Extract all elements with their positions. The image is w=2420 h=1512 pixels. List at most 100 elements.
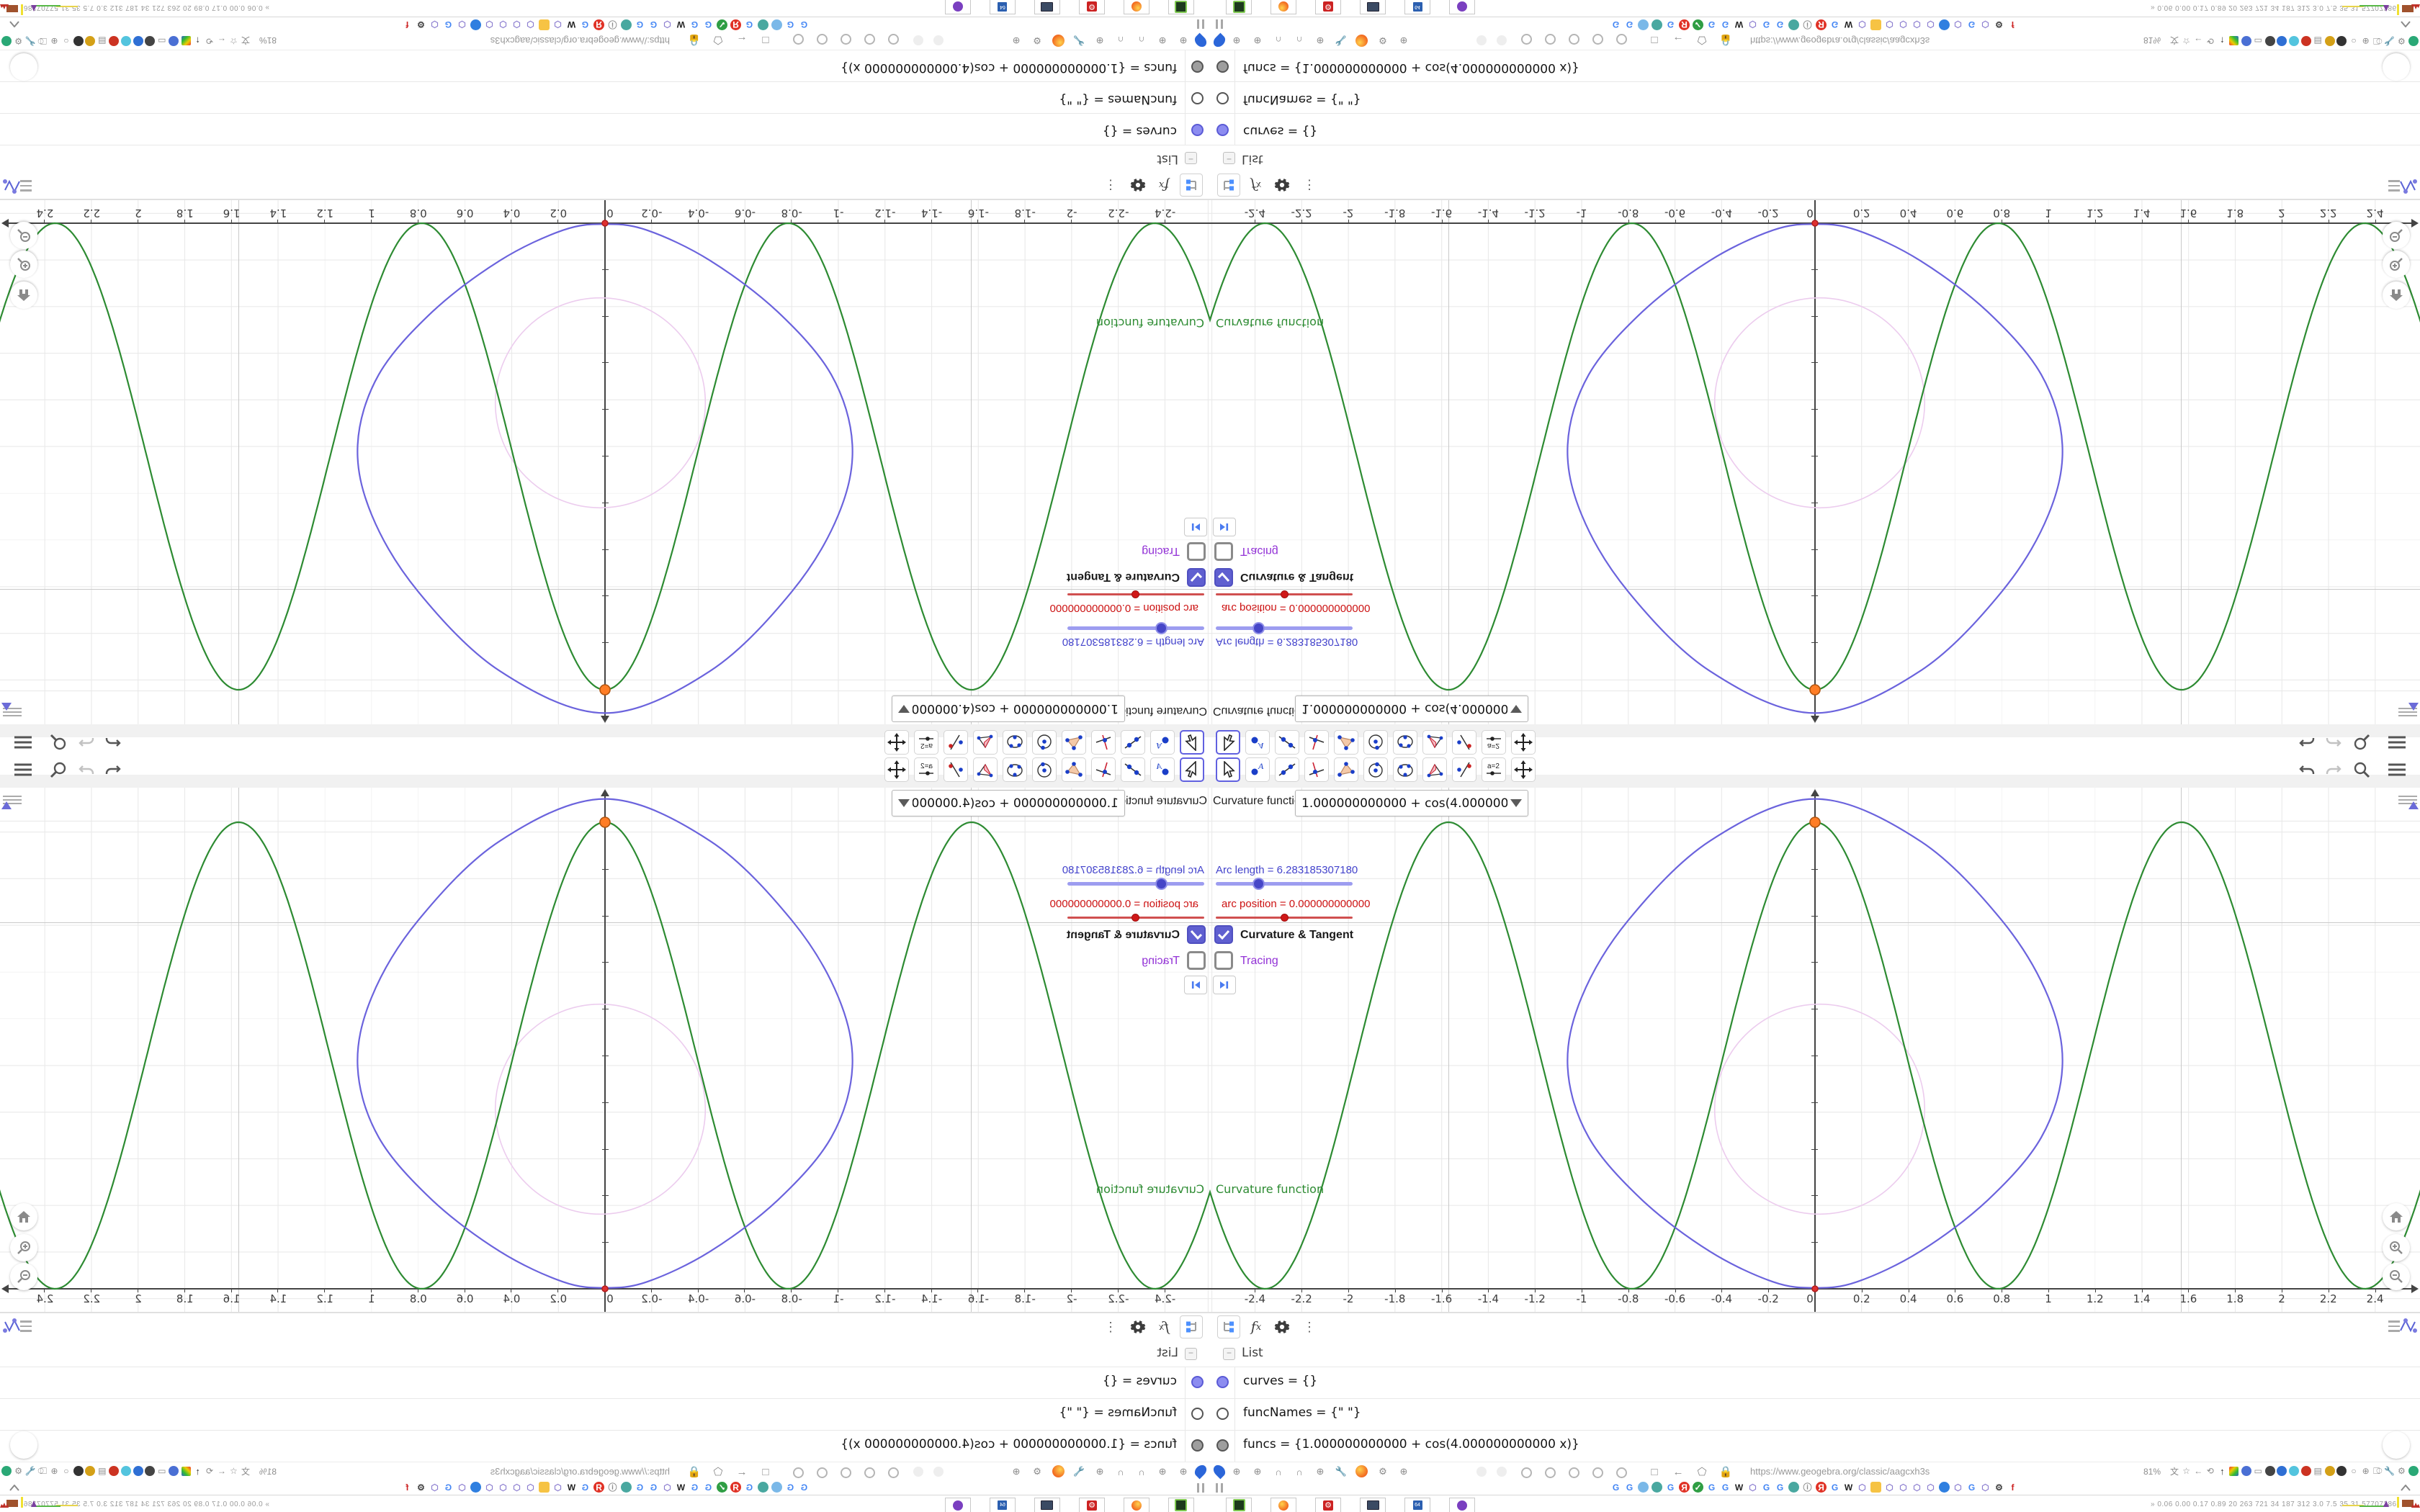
cyan-arch-icon[interactable] <box>2289 1466 2299 1476</box>
tab-favicon-Ya[interactable]: Я <box>1816 19 1827 30</box>
blue-shield-icon[interactable] <box>2241 1466 2251 1476</box>
tab-favicon-G[interactable]: G <box>443 1482 454 1493</box>
star-icon[interactable]: ☆ <box>2182 1466 2192 1476</box>
tab-favicon-info[interactable]: ⓘ <box>607 1482 618 1493</box>
visibility-toggle-filled-blue[interactable] <box>1216 124 1229 136</box>
tool-intersect-lines[interactable] <box>1091 730 1116 755</box>
tab-favicon-ggb[interactable]: ⬡ <box>1884 19 1895 30</box>
ring-icon[interactable] <box>864 1467 875 1478</box>
arc-length-slider[interactable] <box>1216 626 1353 630</box>
tab-favicon-dot1[interactable] <box>771 1482 782 1493</box>
visibility-toggle-filled-gray[interactable] <box>1216 60 1229 73</box>
tab-favicon-G[interactable]: G <box>648 1482 659 1493</box>
taskbar-app-settings-app[interactable]: ⚙ <box>1079 0 1105 14</box>
rainbow-pencil-icon[interactable] <box>2229 36 2238 45</box>
tool-conic-five-points[interactable] <box>1393 757 1417 782</box>
tab-favicon-chat[interactable] <box>470 19 481 30</box>
tab-favicon-gear[interactable]: ⚙ <box>416 1482 426 1493</box>
blue-shield-icon[interactable] <box>169 36 179 46</box>
home-button[interactable] <box>10 1203 37 1230</box>
globe-icon[interactable]: ⊕ <box>1397 34 1410 47</box>
graphics-stylebar-toggle[interactable] <box>1 793 22 809</box>
barrel-icon[interactable]: ▤ <box>97 36 107 46</box>
url-text[interactable]: https://www.geogebra.org/classic/aagcxh3… <box>1750 35 1930 46</box>
red-circle-icon[interactable] <box>2300 1466 2311 1476</box>
tab-favicon-dot1[interactable] <box>771 19 782 30</box>
taskbar-app-settings-app[interactable]: ⚙ <box>1079 1498 1105 1512</box>
globe-icon[interactable]: ⊕ <box>1010 34 1023 47</box>
fx-icon[interactable]: fx <box>1245 174 1268 197</box>
egg-icon[interactable]: ○ <box>2349 1466 2359 1476</box>
tab-favicon-ggb[interactable]: ⬡ <box>1898 1482 1909 1493</box>
ring-icon[interactable] <box>1592 1467 1603 1478</box>
taskbar-app-console-app[interactable] <box>1226 1498 1252 1512</box>
tool-point[interactable]: A <box>1150 757 1175 782</box>
tab-favicon-ggb[interactable]: ⬡ <box>1980 19 1991 30</box>
redo-icon[interactable] <box>2323 733 2342 752</box>
algebra-tree-button[interactable] <box>1180 174 1203 197</box>
tab-favicon-G[interactable]: G <box>1706 1482 1717 1493</box>
tool-conic-five-points[interactable] <box>1393 730 1417 755</box>
algebra-row[interactable]: funcNames = {" "} <box>1210 81 2420 114</box>
tool-slider[interactable]: a=2 <box>1482 730 1506 755</box>
egg-icon[interactable]: ○ <box>61 36 71 46</box>
tool-move[interactable] <box>1216 757 1240 782</box>
dark-cn-icon[interactable] <box>73 36 84 46</box>
zoom-in-button[interactable] <box>10 1234 37 1261</box>
globe-icon[interactable]: ⊕ <box>1397 1465 1410 1478</box>
arc-position-slider-handle[interactable] <box>1281 914 1289 922</box>
tab-favicon-ggb[interactable]: ⬡ <box>457 19 467 30</box>
pinwheel-icon[interactable] <box>85 36 96 46</box>
function-input-dropdown[interactable]: 1.000000000000 + cos(4.000000000000 x) <box>1295 696 1528 722</box>
tool-conic-five-points[interactable] <box>1003 757 1027 782</box>
arc-length-slider[interactable] <box>1067 882 1204 886</box>
taskbar-app-firefox-app[interactable] <box>1270 0 1296 14</box>
lock-icon[interactable]: 🔒 <box>688 1465 702 1478</box>
tool-point[interactable]: A <box>1150 730 1175 755</box>
firefox-icon[interactable] <box>1355 1465 1368 1477</box>
tab-favicon-G[interactable]: G <box>1610 1482 1621 1493</box>
pinwheel-icon[interactable] <box>2324 1466 2335 1476</box>
visibility-toggle-empty[interactable] <box>1191 92 1204 104</box>
tab-favicon-ggb[interactable]: ⬡ <box>525 19 536 30</box>
tool-move[interactable] <box>1180 730 1204 755</box>
tab-favicon-ysq[interactable] <box>539 1482 550 1493</box>
tab-favicon-f[interactable]: f <box>402 19 413 30</box>
tab-favicon-W[interactable]: W <box>566 1482 577 1493</box>
arc-length-slider-handle[interactable] <box>1252 878 1265 890</box>
dark-gear-icon[interactable] <box>145 1466 156 1476</box>
step-animation-button[interactable] <box>1184 518 1207 536</box>
ring-icon[interactable] <box>1545 34 1556 45</box>
tool-line[interactable] <box>1121 730 1145 755</box>
puzzle-icon[interactable]: ⎄ <box>37 36 48 47</box>
taskbar-app-owl-app[interactable] <box>1449 1498 1475 1512</box>
arc-position-slider-handle[interactable] <box>1281 590 1289 598</box>
red-circle-icon[interactable] <box>2300 36 2311 46</box>
reload-icon[interactable]: ⟲ <box>205 1466 215 1476</box>
tab-favicon-G[interactable]: G <box>1706 19 1717 30</box>
tab-favicon-W[interactable]: W <box>676 19 686 30</box>
tool-intersect-lines[interactable] <box>1091 757 1116 782</box>
tab-favicon-ggb[interactable]: ⬡ <box>552 19 563 30</box>
gear-icon[interactable]: ⚙ <box>1031 34 1044 47</box>
list-header-row[interactable]: − List <box>0 145 1210 171</box>
tab-favicon-ggb[interactable]: ⬡ <box>1925 1482 1936 1493</box>
collapse-tabs-icon[interactable] <box>2400 19 2411 30</box>
tool-reflect-about-line[interactable] <box>944 730 968 755</box>
collapse-minus-icon[interactable]: − <box>1185 152 1197 164</box>
tab-favicon-G[interactable]: G <box>1761 19 1772 30</box>
gray-globe-icon[interactable]: ⊕ <box>49 1466 59 1476</box>
headset-icon[interactable]: ∩ <box>1135 34 1148 47</box>
kebab-menu-icon[interactable]: ⋮ <box>1298 1315 1321 1338</box>
tool-angle[interactable] <box>1422 730 1447 755</box>
taskbar-app-floppy64-app[interactable]: 64 <box>1404 0 1430 14</box>
collapse-minus-icon[interactable]: − <box>1223 1348 1235 1360</box>
zoom-out-button[interactable] <box>10 1263 37 1290</box>
tab-favicon-ggb[interactable]: ⬡ <box>1747 1482 1758 1493</box>
ring-icon[interactable] <box>1521 1467 1532 1478</box>
algebra-row[interactable]: funcs = {1.000000000000 + cos(4.00000000… <box>1210 1430 2420 1462</box>
folder-icon[interactable]: □ <box>1648 1465 1661 1478</box>
headset-icon[interactable]: ∩ <box>1293 34 1306 47</box>
blue-shield-icon[interactable] <box>169 1466 179 1476</box>
kebab-menu-icon[interactable]: ⋮ <box>1099 1315 1122 1338</box>
